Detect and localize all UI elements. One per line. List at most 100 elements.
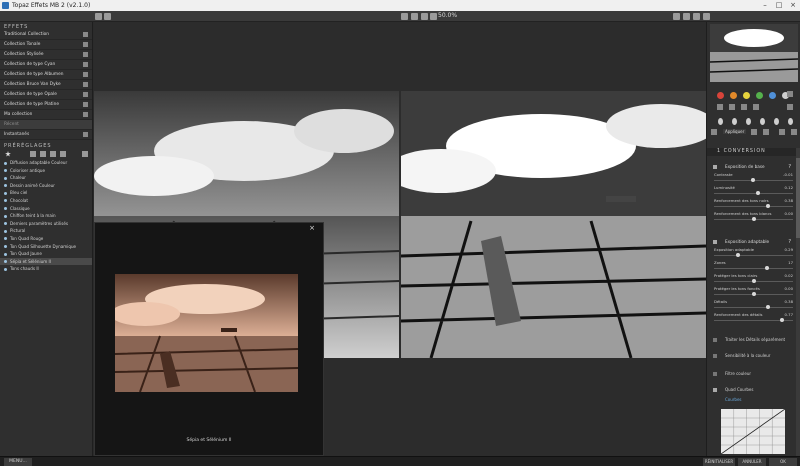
drop-icon-3[interactable] [746,118,751,125]
preset-item[interactable]: Chaleur [0,174,92,182]
settings-scrollbar[interactable] [796,148,800,456]
slider-handle[interactable] [751,292,756,296]
color-swatch[interactable] [730,92,737,99]
slider-value[interactable]: -0.01 [783,172,793,177]
grid-icon[interactable] [83,52,88,57]
color-filter-row[interactable]: Filtre couleur [713,369,795,379]
separate-details-checkbox[interactable] [713,338,717,342]
slider-value[interactable]: 0.12 [785,185,793,190]
separate-details-row[interactable]: Traiter les Détails séparément [713,335,795,345]
brush-sub-icon[interactable] [729,104,735,110]
reset-button[interactable]: RÉINITIALISER [703,458,735,466]
slider-value[interactable]: 0.77 [785,312,793,317]
compare-icon[interactable] [673,13,680,20]
single-view-icon[interactable] [95,13,102,20]
slider-handle[interactable] [765,305,770,309]
collection-item[interactable]: Collection de type Albumen [0,70,92,80]
grid-icon[interactable] [83,82,88,87]
options-icon[interactable] [703,13,710,20]
color-swatch[interactable] [769,92,776,99]
apply-button[interactable]: Appliquer [723,129,747,134]
cancel-button[interactable]: ANNULER [738,458,766,466]
grid-icon[interactable] [83,102,88,107]
collection-item[interactable]: Instantanés [0,130,92,140]
color-filter-checkbox[interactable] [713,372,717,376]
preset-item[interactable]: Classique [0,205,92,213]
zoom-out-icon[interactable] [430,13,437,20]
grid-icon[interactable] [83,112,88,117]
preview-icon[interactable] [683,13,690,20]
help-icon[interactable]: ? [788,238,791,246]
split-view-icon[interactable] [104,13,111,20]
preset-item[interactable]: Chiffon teint à la main [0,212,92,220]
drop-icon-1[interactable] [718,118,723,125]
scroll-thumb[interactable] [796,158,800,238]
color-swatch[interactable] [756,92,763,99]
color-swatch[interactable] [717,92,724,99]
quad-curves-row[interactable]: Quad Courbes [713,385,795,395]
slider-value[interactable]: 0.02 [785,273,793,278]
navigator-thumbnail[interactable] [710,24,798,82]
collection-item[interactable]: Collection Stylisée [0,50,92,60]
fit-icon[interactable] [401,13,408,20]
slider-value[interactable]: 17 [788,260,793,265]
brush-add-icon[interactable] [717,104,723,110]
slider-value[interactable]: 0.00 [785,286,793,291]
slider-value[interactable]: 0.38 [785,299,793,304]
save-icon[interactable] [40,151,46,157]
slider-handle[interactable] [780,318,784,322]
collection-item[interactable]: Récent [0,120,92,130]
redo-icon[interactable] [763,129,769,135]
zoom-in-icon[interactable] [421,13,428,20]
slider-track[interactable] [714,268,793,269]
preset-item[interactable]: Bleu ciel [0,189,92,197]
slider-value[interactable]: 0.00 [785,211,793,216]
home-icon[interactable] [711,129,717,135]
star-icon[interactable] [5,151,11,157]
slider-track[interactable] [714,307,793,308]
conversion-section-header[interactable]: 1 CONVERSION [707,148,800,156]
collection-item[interactable]: Collection de type Cyan [0,60,92,70]
slider-handle[interactable] [752,279,757,283]
preset-item[interactable]: Sépia et Sélénium II [0,257,92,266]
eyedropper-icon[interactable] [787,91,793,97]
slider-track[interactable] [714,193,793,194]
grid-icon[interactable] [83,32,88,37]
brush-color-icon[interactable] [741,104,747,110]
minimize-icon[interactable]: – [758,0,772,11]
drop-icon-4[interactable] [760,118,765,125]
grid-icon[interactable] [83,62,88,67]
preset-item[interactable]: Coloriser antique [0,167,92,175]
grid-icon[interactable] [83,92,88,97]
reset-brush-icon[interactable] [791,129,797,135]
drop-icon-6[interactable] [788,118,793,125]
adaptive-exposure-checkbox[interactable] [713,240,717,244]
cloud-icon[interactable] [82,151,88,157]
preset-item[interactable]: Diffusion adaptable Couleur [0,159,92,167]
help-icon[interactable]: ? [788,163,791,171]
slider-track[interactable] [714,255,793,256]
color-sensitivity-checkbox[interactable] [713,354,717,358]
actual-size-icon[interactable] [411,13,418,20]
grid-icon[interactable] [83,42,88,47]
undo-icon[interactable] [751,129,757,135]
collection-item[interactable]: Traditional Collection [0,30,92,40]
preset-item[interactable]: Ton Quad Jaune [0,250,92,258]
quad-curves-checkbox[interactable] [713,388,717,392]
slider-track[interactable] [714,206,793,207]
slider-handle[interactable] [750,178,755,182]
slider-handle[interactable] [751,217,756,221]
close-window-icon[interactable]: × [786,0,800,11]
folder-icon[interactable] [60,151,66,157]
color-swatch[interactable] [743,92,750,99]
menu-button[interactable]: MENU... [4,458,32,466]
basic-exposure-checkbox[interactable] [713,165,717,169]
brush-detail-icon[interactable] [753,104,759,110]
ok-button[interactable]: OK [769,458,797,466]
preset-item[interactable]: Dessin animé Couleur [0,182,92,190]
slider-handle[interactable] [765,266,769,270]
import-icon[interactable] [30,151,36,157]
pen-icon[interactable] [787,104,793,110]
grid-icon[interactable] [83,132,88,137]
collection-item[interactable]: Ma collection [0,110,92,120]
